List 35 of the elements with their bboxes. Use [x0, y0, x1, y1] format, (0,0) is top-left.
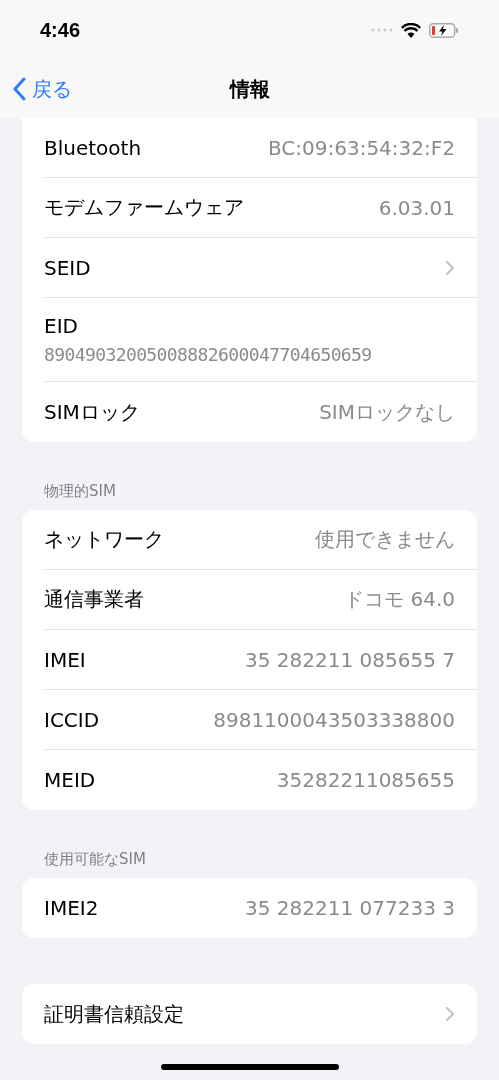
- chevron-right-icon: [445, 259, 455, 276]
- settings-row[interactable]: SEID: [44, 238, 477, 298]
- row-label: 証明書信頼設定: [44, 1000, 184, 1028]
- row-label: SEID: [44, 255, 91, 280]
- wifi-icon: [401, 22, 421, 38]
- row-value: 89049032005008882600047704650659: [44, 344, 373, 365]
- row-label: ネットワーク: [44, 526, 164, 553]
- row-label: ICCID: [44, 707, 100, 732]
- row-label: IMEI2: [44, 896, 99, 920]
- row-label: SIMロック: [44, 398, 140, 426]
- row-value: 8981100043503338800: [213, 707, 455, 732]
- row-value: SIMロックなし: [319, 398, 455, 426]
- signal-icon: [371, 28, 393, 32]
- row-label: IMEI: [44, 647, 86, 672]
- row-label: 通信事業者: [44, 586, 144, 613]
- row-value: 6.03.01: [378, 195, 455, 220]
- row-label: EID: [44, 314, 79, 338]
- section-header: 使用可能なSIM: [44, 850, 146, 869]
- page-title: 情報: [229, 75, 270, 103]
- row-value: 使用できません: [315, 526, 455, 553]
- row-value: 35282211085655: [276, 768, 455, 792]
- row-label: Bluetooth: [44, 135, 142, 160]
- settings-row[interactable]: 証明書信頼設定: [44, 984, 477, 1044]
- row-value: BC:09:63:54:32:F2: [267, 135, 455, 160]
- row-label: モデムファームウェア: [44, 194, 244, 221]
- row-label: MEID: [44, 768, 96, 792]
- status-time: 4:46: [40, 18, 81, 42]
- chevron-right-icon: [445, 1006, 455, 1022]
- row-value: ドコモ 64.0: [344, 586, 455, 613]
- back-button[interactable]: 戻る: [12, 75, 72, 103]
- chevron-left-icon: [12, 77, 26, 101]
- section-header: 物理的SIM: [44, 482, 116, 501]
- row-value: 35 282211 085655 7: [245, 647, 455, 672]
- row-value: 35 282211 077233 3: [245, 896, 455, 920]
- battery-charging-icon: [429, 22, 459, 38]
